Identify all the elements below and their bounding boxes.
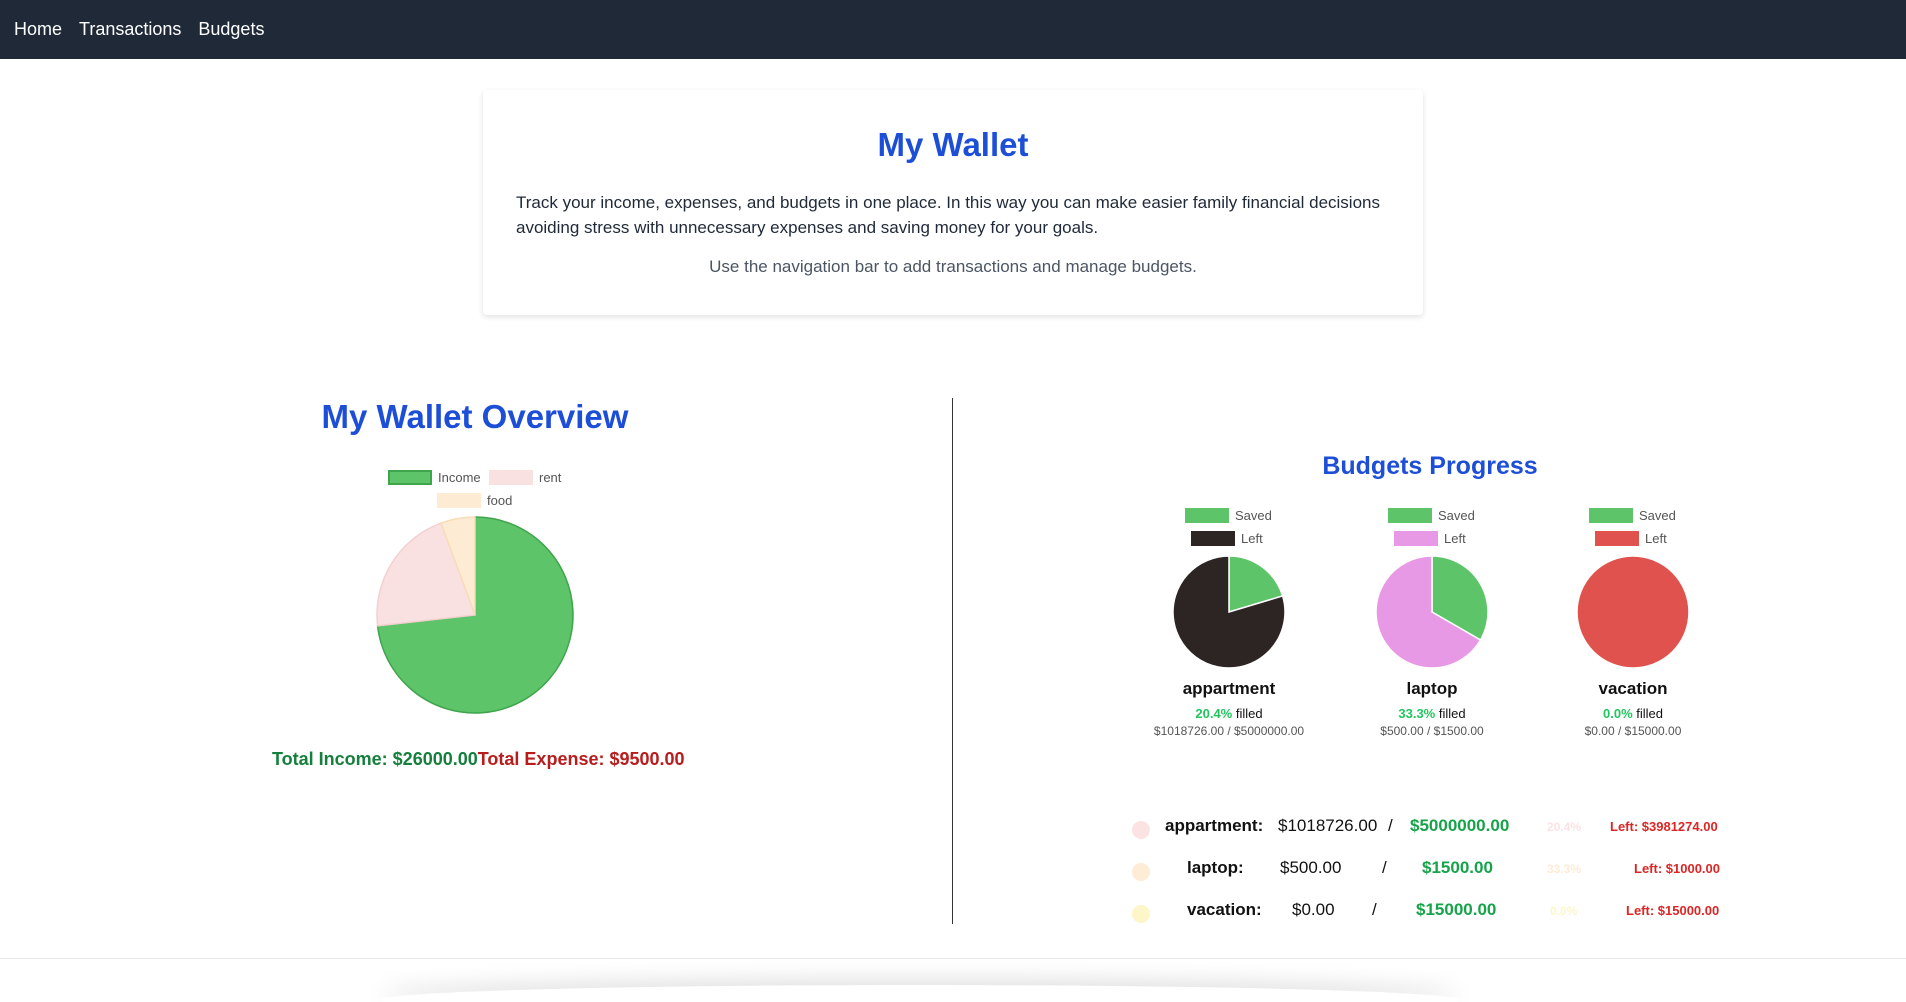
summary-name: vacation:	[1187, 900, 1262, 919]
legend-label: Left	[1241, 531, 1263, 546]
budget-filled-line: 0.0% filled	[1543, 706, 1723, 721]
summary-name: laptop:	[1187, 858, 1244, 877]
legend-label: Income	[438, 470, 481, 485]
footer-card-shadow	[380, 985, 1460, 1002]
legend-food[interactable]: food	[437, 493, 512, 508]
legend-label: Left	[1444, 531, 1466, 546]
status-dot	[1132, 863, 1150, 881]
legend-rent[interactable]: rent	[489, 470, 561, 485]
budgets-progress-title: Budgets Progress	[1322, 452, 1538, 480]
pie-slice[interactable]	[1576, 555, 1690, 669]
legend-label: Saved	[1438, 508, 1475, 523]
nav-home-link[interactable]: Home	[14, 19, 62, 40]
status-dot	[1132, 821, 1150, 839]
summary-percent: 33.3%	[1547, 862, 1582, 876]
budget-summary-row: laptop: $500.00 / $1500.00 33.3% Left: $1000.…	[1132, 858, 1732, 886]
hero-card: My Wallet Track your income, expenses, a…	[483, 90, 1423, 315]
legend-label: Saved	[1235, 508, 1272, 523]
summary-target: $1500.00	[1422, 858, 1493, 877]
summary-slash: /	[1372, 900, 1377, 919]
budget-percent: 33.3%	[1398, 706, 1436, 721]
legend-swatch	[1589, 508, 1633, 523]
legend-saved[interactable]: Saved	[1185, 508, 1272, 523]
budget-name: appartment	[1182, 679, 1276, 698]
budget-amounts: $500.00 / $1500.00	[1380, 724, 1484, 738]
overview-pie-chart	[376, 516, 574, 714]
legend-swatch	[437, 493, 481, 508]
legend-left[interactable]: Left	[1191, 531, 1263, 546]
legend-label: Left	[1645, 531, 1667, 546]
summary-saved: $0.00	[1292, 900, 1335, 919]
legend-label: Saved	[1639, 508, 1676, 523]
summary-slash: /	[1382, 858, 1387, 877]
legend-swatch	[1185, 508, 1229, 523]
budget-amounts: $0.00 / $15000.00	[1584, 724, 1682, 738]
summary-target: $5000000.00	[1410, 816, 1510, 835]
status-dot	[1132, 905, 1150, 923]
section-divider	[952, 398, 953, 924]
legend-swatch	[1388, 508, 1432, 523]
summary-target: $15000.00	[1416, 900, 1497, 919]
budget-amounts: $1018726.00 / $5000000.00	[1153, 724, 1305, 738]
hero-description: Track your income, expenses, and budgets…	[516, 193, 1380, 237]
legend-swatch	[1394, 531, 1438, 546]
budget-pie-chart	[1576, 555, 1690, 669]
budget-filled-line: 20.4% filled	[1139, 706, 1319, 721]
budget-filled-word: filled	[1435, 706, 1466, 721]
budget-filled-word: filled	[1632, 706, 1663, 721]
page-title: My Wallet	[877, 126, 1029, 163]
legend-swatch	[1595, 531, 1639, 546]
legend-saved[interactable]: Saved	[1589, 508, 1676, 523]
budget-percent: 0.0%	[1603, 706, 1633, 721]
summary-saved: $500.00	[1280, 858, 1342, 877]
budget-pie-chart	[1172, 555, 1286, 669]
hero-hint: Use the navigation bar to add transactio…	[709, 257, 1197, 276]
legend-swatch	[388, 470, 432, 485]
legend-left[interactable]: Left	[1394, 531, 1466, 546]
top-navbar: Home Transactions Budgets	[0, 0, 1906, 59]
legend-income[interactable]: Income	[388, 470, 481, 485]
total-income: Total Income: $26000.00	[272, 749, 478, 769]
legend-swatch	[1191, 531, 1235, 546]
nav-budgets-link[interactable]: Budgets	[198, 19, 264, 40]
budget-filled-word: filled	[1232, 706, 1263, 721]
legend-label: rent	[539, 470, 562, 485]
summary-left: Left: $1000.00	[1634, 861, 1720, 876]
summary-left: Left: $3981274.00	[1610, 819, 1718, 834]
legend-saved[interactable]: Saved	[1388, 508, 1475, 523]
budget-percent: 20.4%	[1195, 706, 1233, 721]
legend-left[interactable]: Left	[1595, 531, 1667, 546]
budget-name: vacation	[1598, 679, 1668, 698]
legend-label: food	[487, 493, 513, 508]
legend-swatch	[489, 470, 533, 485]
nav-transactions-link[interactable]: Transactions	[79, 19, 181, 40]
summary-percent: 20.4%	[1547, 820, 1582, 834]
budget-summary-row: vacation: $0.00 / $15000.00 0.0% Left: $15000…	[1132, 900, 1732, 928]
total-expense: Total Expense: $9500.00	[477, 749, 685, 769]
summary-percent: 0.0%	[1550, 904, 1578, 918]
summary-name: appartment:	[1165, 816, 1264, 835]
summary-saved: $1018726.00	[1278, 816, 1378, 835]
overview-title: My Wallet Overview	[321, 398, 629, 435]
footer-divider	[0, 958, 1906, 959]
budget-pie-chart	[1375, 555, 1489, 669]
budget-summary-row: appartment: $1018726.00 / $5000000.00 20.4% L…	[1132, 816, 1732, 844]
summary-left: Left: $15000.00	[1626, 903, 1720, 918]
totals-line: Total Income: $26000.00 Total Expense: $…	[272, 749, 685, 770]
budget-filled-line: 33.3% filled	[1342, 706, 1522, 721]
budget-name: laptop	[1406, 679, 1458, 698]
summary-slash: /	[1388, 816, 1393, 835]
